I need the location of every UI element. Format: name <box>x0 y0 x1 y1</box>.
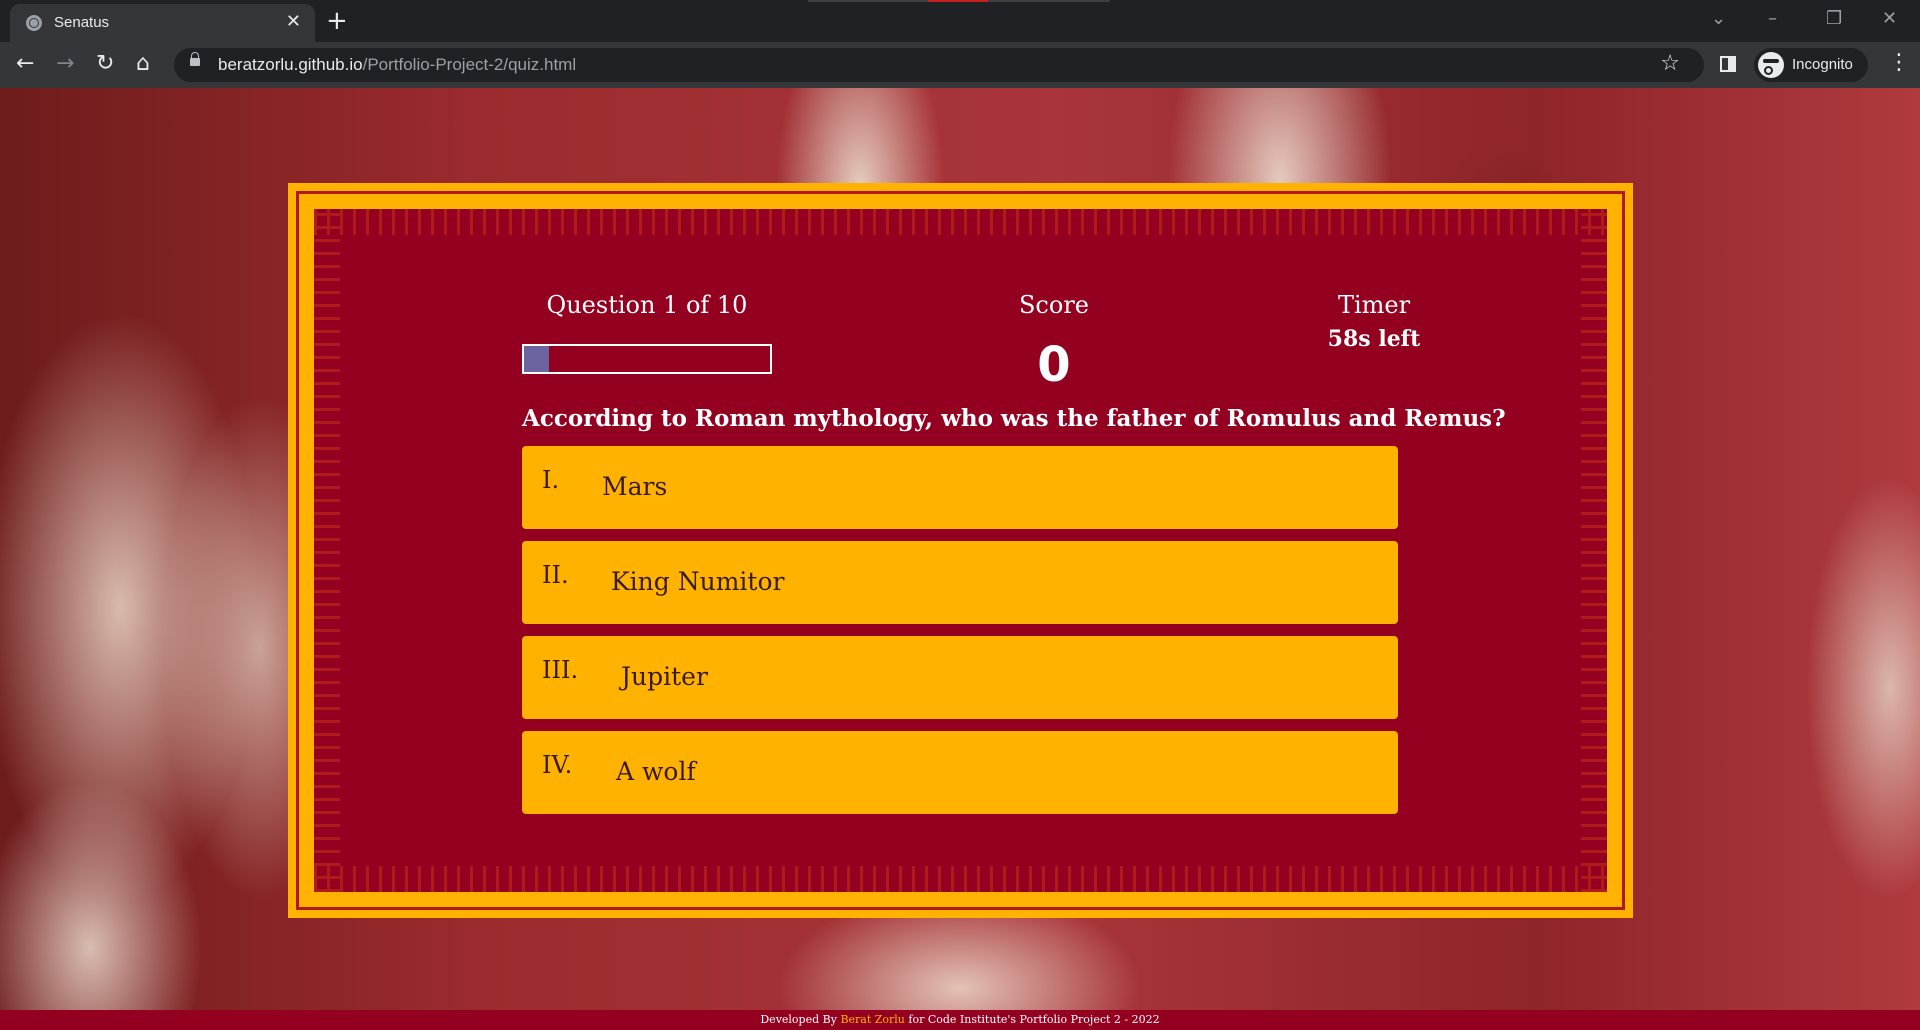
score-value: 0 <box>1037 337 1071 393</box>
close-window-button[interactable]: ✕ <box>1882 8 1897 29</box>
browser-tab[interactable]: Senatus ✕ <box>10 4 315 42</box>
footer-author-link[interactable]: Berat Zorlu <box>840 1013 904 1026</box>
forward-button[interactable]: → <box>56 52 74 76</box>
incognito-label: Incognito <box>1792 56 1853 73</box>
footer-prefix: Developed By <box>760 1013 841 1026</box>
new-tab-button[interactable]: + <box>326 6 348 36</box>
url-host: beratzorlu.github.io <box>218 55 363 74</box>
bookmark-star-icon[interactable]: ☆ <box>1660 51 1680 76</box>
answer-number: III. <box>542 656 579 684</box>
timer-value: 58s left <box>1327 326 1421 352</box>
lock-icon[interactable] <box>190 52 200 66</box>
answer-button-3[interactable]: III. Jupiter <box>522 636 1398 719</box>
browser-menu-icon[interactable]: ⋮ <box>1888 52 1910 74</box>
answer-button-4[interactable]: IV. A wolf <box>522 731 1398 814</box>
question-text: According to Roman mythology, who was th… <box>522 405 1506 432</box>
answer-number: I. <box>542 466 560 494</box>
tab-title: Senatus <box>54 14 110 31</box>
answer-button-1[interactable]: I. Mars <box>522 446 1398 529</box>
answer-button-2[interactable]: II. King Numitor <box>522 541 1398 624</box>
url-text[interactable]: beratzorlu.github.io/Portfolio-Project-2… <box>218 55 576 75</box>
score-label: Score <box>1018 291 1089 319</box>
tab-search-icon[interactable]: ⌄ <box>1711 8 1726 29</box>
url-path: /Portfolio-Project-2/quiz.html <box>362 55 577 74</box>
page-footer: Developed By Berat Zorlu for Code Instit… <box>0 1010 1920 1030</box>
home-button[interactable]: ⌂ <box>136 52 150 76</box>
incognito-icon <box>1758 52 1784 78</box>
incognito-profile-button[interactable]: Incognito <box>1754 48 1868 82</box>
answer-number: IV. <box>542 751 573 779</box>
answer-text: King Numitor <box>611 567 785 596</box>
answer-text: Jupiter <box>621 662 708 691</box>
answer-number: II. <box>542 561 569 589</box>
progress-bar <box>522 344 772 374</box>
minimize-button[interactable]: – <box>1768 8 1777 29</box>
timer-label: Timer <box>1337 291 1411 319</box>
side-panel-icon[interactable] <box>1720 56 1736 72</box>
browser-toolbar: ← → ↻ ⌂ beratzorlu.github.io/Portfolio-P… <box>0 42 1920 88</box>
tab-strip-indicator <box>808 0 1110 2</box>
browser-tab-bar: Senatus ✕ + ⌄ – ❐ ✕ <box>0 0 1920 42</box>
page-background: Question 1 of 10 Score 0 Timer 58s left … <box>0 88 1920 1030</box>
answer-text: A wolf <box>616 757 696 786</box>
question-counter: Question 1 of 10 <box>546 291 748 319</box>
restore-button[interactable]: ❐ <box>1826 8 1842 29</box>
reload-button[interactable]: ↻ <box>96 52 114 76</box>
footer-suffix: for Code Institute's Portfolio Project 2… <box>904 1013 1160 1026</box>
quiz-panel: Question 1 of 10 Score 0 Timer 58s left … <box>288 183 1633 918</box>
address-bar[interactable]: beratzorlu.github.io/Portfolio-Project-2… <box>174 48 1704 82</box>
globe-icon <box>26 15 42 31</box>
progress-bar-fill <box>524 346 549 372</box>
answer-text: Mars <box>602 472 668 501</box>
back-button[interactable]: ← <box>16 52 34 76</box>
tab-close-icon[interactable]: ✕ <box>286 11 301 32</box>
